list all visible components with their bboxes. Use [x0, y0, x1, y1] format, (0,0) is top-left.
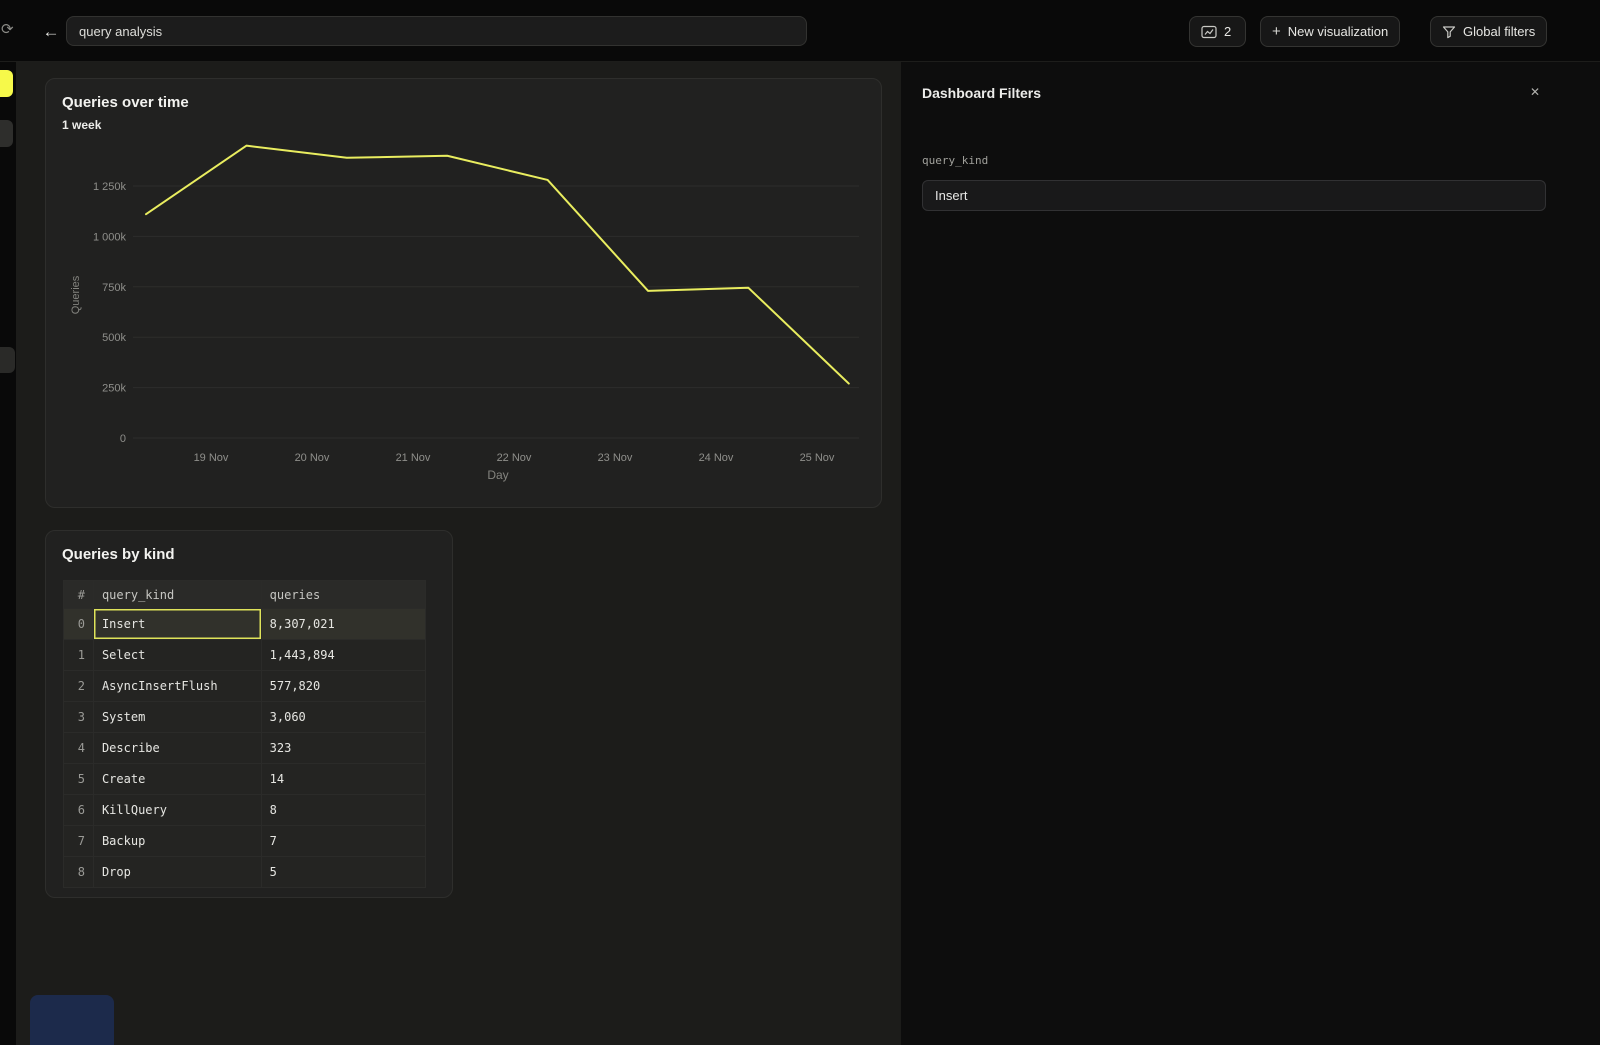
svg-text:19 Nov: 19 Nov: [194, 452, 229, 464]
table-header-row: #query_kindqueries: [64, 581, 426, 609]
queries-by-kind-card: Queries by kind #query_kindqueries 0Inse…: [45, 530, 453, 898]
queries-cell[interactable]: 7: [261, 826, 425, 857]
queries-cell[interactable]: 8,307,021: [261, 609, 425, 640]
queries-cell[interactable]: 3,060: [261, 702, 425, 733]
y-axis-label: Queries: [70, 275, 82, 314]
query-kind-cell[interactable]: AsyncInsertFlush: [93, 671, 261, 702]
global-filters-label: Global filters: [1463, 24, 1535, 39]
row-index-cell[interactable]: 8: [64, 857, 94, 888]
visualization-count-button[interactable]: 2: [1189, 16, 1246, 47]
queries-over-time-card: Queries over time 1 week 0250k500k750k1 …: [45, 78, 882, 508]
queries-cell[interactable]: 1,443,894: [261, 640, 425, 671]
svg-text:1 250k: 1 250k: [93, 181, 127, 193]
queries-cell[interactable]: 323: [261, 733, 425, 764]
left-rail: [0, 62, 16, 1045]
row-index-cell[interactable]: 7: [64, 826, 94, 857]
queries-over-time-chart: 0 250k 500k 750k 1 000k 1 250k 19 Nov 20 Nov 21 …: [46, 79, 883, 509]
table-row: 1Select1,443,894: [64, 640, 426, 671]
table-row: 5Create14: [64, 764, 426, 795]
close-icon: ✕: [1530, 85, 1540, 99]
query-kind-cell[interactable]: System: [93, 702, 261, 733]
dashboard-canvas: Queries over time 1 week 0250k500k750k1 …: [16, 62, 901, 1045]
dashboard-app: ⟳ ← 2 + New visualization Global: [0, 0, 1600, 1045]
table-row: 4Describe323: [64, 733, 426, 764]
table-row: 0Insert8,307,021: [64, 609, 426, 640]
dashboard-filters-panel: Dashboard Filters ✕ query_kind Insert: [901, 62, 1600, 1045]
chart-panel-icon: [1201, 25, 1217, 39]
back-button[interactable]: ←: [38, 19, 64, 45]
queries-by-kind-table: #query_kindqueries 0Insert8,307,0211Sele…: [63, 580, 426, 888]
close-panel-button[interactable]: ✕: [1523, 80, 1547, 104]
x-axis-label: Day: [487, 468, 508, 482]
new-visualization-button[interactable]: + New visualization: [1260, 16, 1400, 47]
dashboard-title-input[interactable]: [66, 16, 807, 46]
query-kind-filter-select[interactable]: Insert: [922, 180, 1546, 211]
query-kind-cell[interactable]: Create: [93, 764, 261, 795]
svg-text:20 Nov: 20 Nov: [295, 452, 330, 464]
queries-cell[interactable]: 14: [261, 764, 425, 795]
query-kind-cell[interactable]: Select: [93, 640, 261, 671]
sidebar-item-active[interactable]: [0, 70, 13, 97]
row-index-cell[interactable]: 0: [64, 609, 94, 640]
filter-field-label: query_kind: [922, 154, 988, 167]
svg-text:25 Nov: 25 Nov: [800, 452, 835, 464]
row-index-cell[interactable]: 1: [64, 640, 94, 671]
queries-cell[interactable]: 8: [261, 795, 425, 826]
svg-text:250k: 250k: [102, 383, 126, 395]
queries-cell[interactable]: 5: [261, 857, 425, 888]
query-kind-cell[interactable]: Describe: [93, 733, 261, 764]
bottom-left-partial-widget: [30, 995, 114, 1045]
new-visualization-label: New visualization: [1288, 24, 1388, 39]
table-row: 3System3,060: [64, 702, 426, 733]
svg-text:22 Nov: 22 Nov: [497, 452, 532, 464]
queries-cell[interactable]: 577,820: [261, 671, 425, 702]
global-filters-button[interactable]: Global filters: [1430, 16, 1547, 47]
filters-panel-title: Dashboard Filters: [922, 85, 1041, 101]
sidebar-item[interactable]: [0, 120, 13, 147]
query-kind-cell[interactable]: Backup: [93, 826, 261, 857]
svg-text:750k: 750k: [102, 282, 126, 294]
column-header-query_kind[interactable]: query_kind: [93, 581, 261, 609]
svg-text:23 Nov: 23 Nov: [598, 452, 633, 464]
svg-text:1 000k: 1 000k: [93, 231, 127, 243]
queries-line-series: [146, 146, 849, 384]
table-row: 2AsyncInsertFlush577,820: [64, 671, 426, 702]
row-index-cell[interactable]: 4: [64, 733, 94, 764]
table-row: 7Backup7: [64, 826, 426, 857]
row-index-cell[interactable]: 2: [64, 671, 94, 702]
back-arrow-icon: ←: [43, 22, 60, 42]
row-index-cell[interactable]: 5: [64, 764, 94, 795]
column-header-index[interactable]: #: [64, 581, 94, 609]
query-kind-cell[interactable]: Insert: [93, 609, 261, 640]
top-bar: ⟳ ← 2 + New visualization Global: [0, 0, 1600, 62]
funnel-icon: [1442, 25, 1456, 39]
filter-selected-value: Insert: [935, 188, 968, 203]
query-kind-cell[interactable]: KillQuery: [93, 795, 261, 826]
sidebar-item[interactable]: [0, 347, 15, 373]
refresh-icon[interactable]: ⟳: [1, 20, 14, 38]
row-index-cell[interactable]: 3: [64, 702, 94, 733]
table-row: 8Drop5: [64, 857, 426, 888]
visualization-count: 2: [1224, 24, 1231, 39]
table-row: 6KillQuery8: [64, 795, 426, 826]
svg-text:24 Nov: 24 Nov: [699, 452, 734, 464]
plus-icon: +: [1272, 24, 1281, 39]
svg-text:500k: 500k: [102, 332, 126, 344]
svg-text:21 Nov: 21 Nov: [396, 452, 431, 464]
svg-text:0: 0: [120, 433, 126, 445]
row-index-cell[interactable]: 6: [64, 795, 94, 826]
query-kind-cell[interactable]: Drop: [93, 857, 261, 888]
column-header-queries[interactable]: queries: [261, 581, 425, 609]
table-title: Queries by kind: [62, 546, 175, 563]
